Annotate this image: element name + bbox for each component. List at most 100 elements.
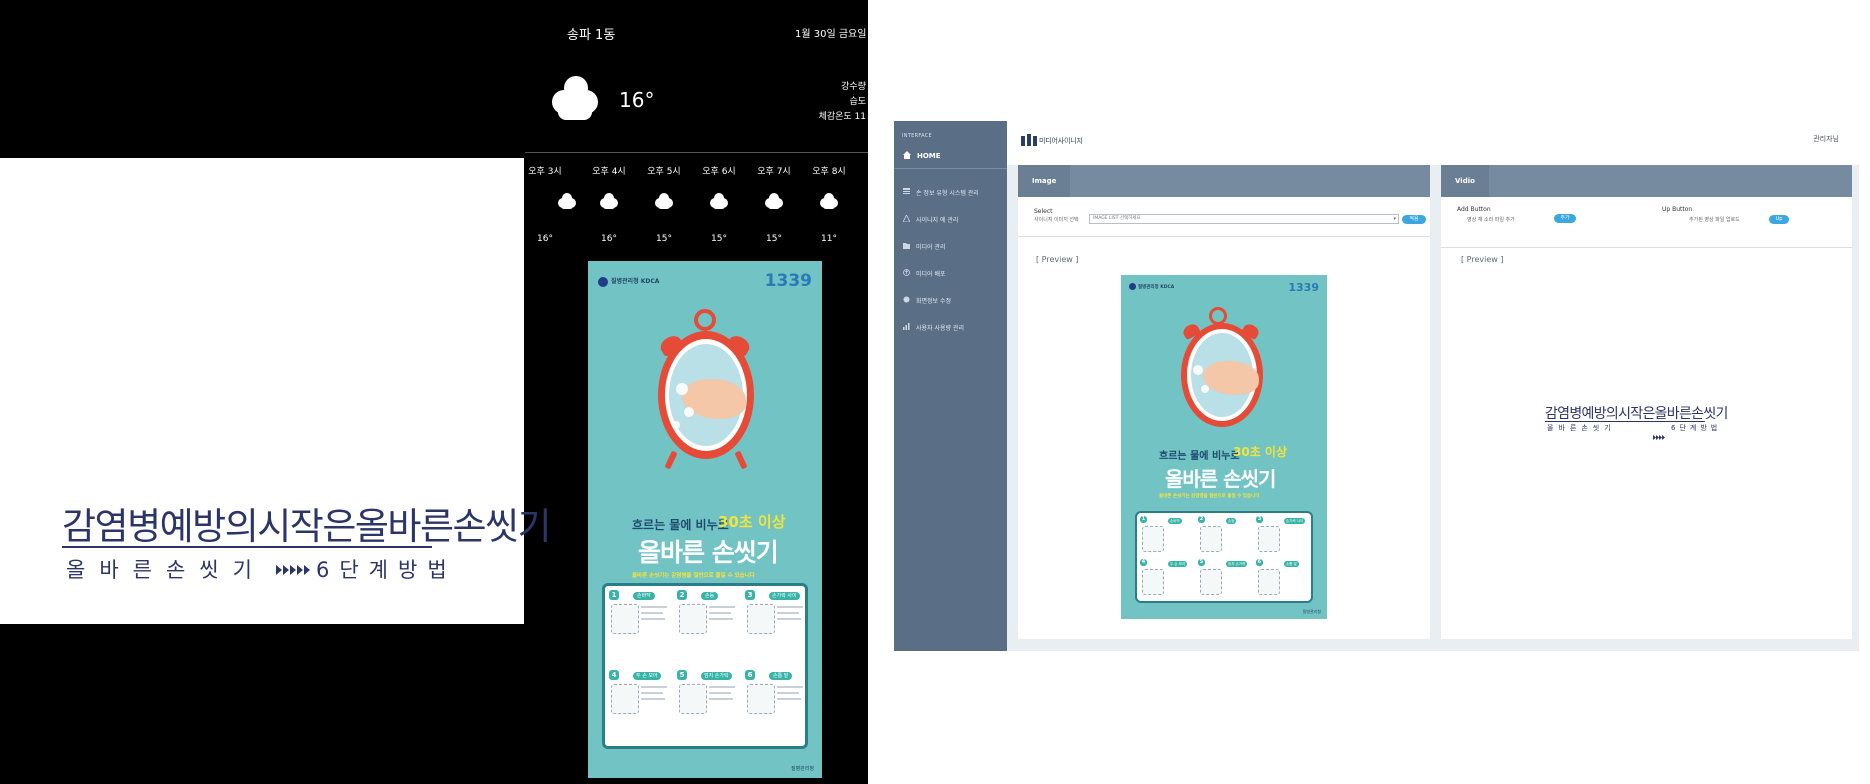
sidebar-section-label: INTERFACE bbox=[902, 133, 933, 139]
top-bar: 미디어사이니지 관리자님 bbox=[1007, 121, 1859, 165]
select-label: Select bbox=[1034, 208, 1053, 215]
add-button-label: Add Button bbox=[1457, 206, 1491, 213]
sidebar-item-deploy[interactable]: 미디어 배포 bbox=[894, 265, 1007, 281]
cloud-icon bbox=[552, 74, 598, 126]
poster-org-logo: 질병관리청 KDCA bbox=[1129, 283, 1174, 290]
cloud-icon bbox=[765, 192, 783, 214]
poster-hotline: 1339 bbox=[1288, 281, 1319, 294]
poster-hotline: 1339 bbox=[764, 271, 812, 291]
chart-icon bbox=[903, 322, 910, 332]
step-illustration bbox=[679, 604, 707, 634]
sidebar-item-label: 미디어 배포 bbox=[916, 270, 946, 278]
panel-header: Image bbox=[1018, 165, 1430, 197]
poster-headline-highlight: 30초 이상 bbox=[1233, 445, 1287, 459]
soap-foam bbox=[684, 407, 694, 417]
step-illustration bbox=[747, 684, 775, 714]
soap-foam bbox=[1201, 385, 1209, 393]
sidebar-item-screen[interactable]: 화면정보 수정 bbox=[894, 292, 1007, 308]
poster-headline-main: 올바른 손씻기 bbox=[1165, 467, 1276, 491]
sidebar-item-signage[interactable]: 사이니지 에 관리 bbox=[894, 211, 1007, 227]
banner-title: 감염병예방의시작은올바른손씻기 bbox=[62, 505, 552, 548]
step-item: 1 손바닥 bbox=[1140, 516, 1194, 556]
clock-leg bbox=[664, 450, 678, 470]
user-menu[interactable]: 관리자님 bbox=[1813, 134, 1839, 144]
clock-leg bbox=[734, 450, 748, 470]
apply-button[interactable]: 적용 bbox=[1402, 215, 1426, 224]
home-icon bbox=[903, 151, 911, 161]
sidebar-item-label: HOME bbox=[917, 152, 941, 160]
poster-footer: 질병관리청 bbox=[1302, 609, 1321, 614]
poster-headline-main: 올바른 손씻기 bbox=[638, 538, 779, 567]
step-illustration bbox=[1200, 569, 1222, 595]
sidebar-item-label: 사이니지 에 관리 bbox=[916, 216, 959, 224]
sidebar-item-media[interactable]: 미디어 관리 bbox=[894, 238, 1007, 254]
cloud-icon bbox=[655, 192, 673, 214]
tab-video[interactable]: Vidio bbox=[1441, 165, 1489, 197]
sidebar-item-usage[interactable]: 사용자 사용량 관리 bbox=[894, 319, 1007, 335]
weather-detail-precip: 강수량 bbox=[841, 82, 866, 92]
weather-date: 1월 30일 금요일 11시 bbox=[795, 29, 892, 40]
weather-divider bbox=[525, 152, 868, 153]
tab-image[interactable]: Image bbox=[1018, 165, 1071, 197]
step-item: 5 엄지 손가락 bbox=[677, 670, 739, 744]
warning-icon bbox=[902, 213, 911, 224]
banner-subtitle-left: 올바른손씻기 bbox=[66, 558, 266, 582]
brand-mark-icon bbox=[1021, 131, 1037, 150]
step-illustration bbox=[611, 604, 639, 634]
forecast-item: 오후 4시 16° bbox=[592, 167, 626, 244]
add-button[interactable]: 추가 bbox=[1554, 214, 1576, 223]
image-panel: Image Select 사이니지 이미지 선택 IMAGE LIST 선택하세… bbox=[1018, 165, 1430, 639]
step-item: 3 손가락 사이 bbox=[745, 590, 807, 664]
circle-icon bbox=[903, 296, 910, 305]
soap-foam bbox=[676, 383, 688, 395]
step-illustration bbox=[611, 684, 639, 714]
panel-divider bbox=[1441, 247, 1852, 248]
step-item: 4 두 손 모아 bbox=[609, 670, 671, 744]
list-icon bbox=[903, 187, 910, 197]
poster-headline-highlight: 30초 이상 bbox=[718, 513, 786, 531]
poster-tagline: 올바른 손씻기는 감염병을 절반으로 줄일 수 있습니다 bbox=[1159, 494, 1260, 499]
weather-temperature: 16° bbox=[619, 88, 655, 112]
cloud-icon bbox=[820, 192, 838, 214]
sidebar-item-label: 사용자 사용량 관리 bbox=[916, 324, 964, 332]
panel-header: Vidio bbox=[1441, 165, 1852, 197]
up-button-hint: 추가된 영상 파일 업로드 bbox=[1689, 217, 1740, 223]
video-panel: Vidio Add Button 영상 재 소리 파일 추가 추가 Up But… bbox=[1441, 165, 1852, 639]
step-item: 3 손가락 사이 bbox=[1256, 516, 1310, 556]
signage-display: 감염병예방의시작은올바른손씻기 올바른손씻기 6단계방법 송파 1동 1월 30… bbox=[0, 0, 892, 784]
banner-rule bbox=[62, 546, 432, 548]
brand-logo[interactable]: 미디어사이니지 bbox=[1021, 131, 1083, 150]
handwash-steps: 1 손바닥 2 손등 3 손가락 사이 4 두 손 모아 5 엄지 손가락 6 … bbox=[1135, 511, 1313, 603]
step-item: 2 손등 bbox=[677, 590, 739, 664]
forecast-item: 오후 6시 15° bbox=[702, 167, 736, 244]
folder-icon bbox=[903, 242, 910, 251]
weather-detail-feels: 체감온도 11 bbox=[818, 112, 866, 122]
banner-rule bbox=[1545, 421, 1705, 422]
cloud-icon bbox=[600, 192, 618, 214]
poster-org-logo: 질병관리청 KDCA bbox=[598, 276, 659, 287]
handwash-banner: 감염병예방의시작은올바른손씻기 올바른손씻기 6단계방법 bbox=[0, 158, 552, 624]
step-item: 2 손등 bbox=[1198, 516, 1252, 556]
cloud-icon bbox=[710, 192, 728, 214]
add-button-hint: 영상 재 소리 파일 추가 bbox=[1467, 217, 1515, 223]
sidebar-divider bbox=[894, 168, 1007, 169]
step-illustration bbox=[1258, 526, 1280, 552]
kdca-logo-icon bbox=[598, 276, 608, 287]
image-select[interactable]: IMAGE LIST 선택하세요 ▾ bbox=[1089, 214, 1399, 224]
banner-subtitle-right: 6단계방법 bbox=[1671, 424, 1722, 432]
brand-name: 미디어사이니지 bbox=[1039, 136, 1083, 145]
chevron-down-icon: ▾ bbox=[1393, 216, 1396, 222]
poster-footer: 질병관리청 bbox=[790, 766, 814, 772]
sidebar-item-content-type[interactable]: 손 정보 유형 시스템 관리 bbox=[894, 184, 1007, 200]
cms-window: INTERFACE HOME 손 정보 유형 시스템 관리 사이니지 에 관리 … bbox=[894, 121, 1859, 651]
handwash-poster: 질병관리청 KDCA 1339 흐르는 물에 비누로 30초 이상 올바른 손씻… bbox=[588, 261, 822, 778]
sidebar-item-home[interactable]: HOME bbox=[894, 147, 1007, 165]
panel-divider bbox=[1018, 236, 1430, 237]
banner-title: 감염병예방의시작은올바른손씻기 bbox=[1545, 406, 1728, 422]
soap-foam bbox=[1193, 365, 1203, 375]
up-button[interactable]: Up bbox=[1769, 215, 1789, 224]
weather-location: 송파 1동 bbox=[567, 28, 616, 43]
forecast-item: 오후 3시 16° bbox=[525, 160, 576, 250]
step-illustration bbox=[747, 604, 775, 634]
clock-top bbox=[694, 309, 716, 331]
